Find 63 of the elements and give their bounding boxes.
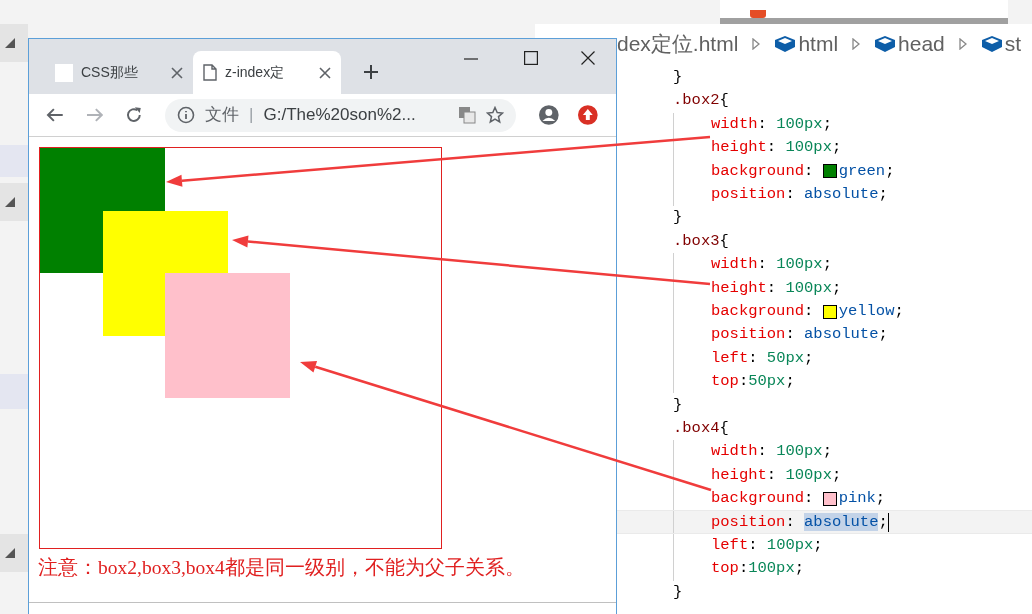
section-header[interactable] (0, 24, 28, 62)
caret-icon (958, 38, 967, 50)
code-line: width: 100px; (711, 113, 832, 135)
code-line: top:100px; (711, 558, 805, 580)
code-line: .box2{ (673, 90, 729, 112)
separator: | (249, 104, 254, 127)
text-cursor (887, 512, 889, 532)
code-line: background: pink; (711, 488, 886, 510)
code-line: width: 100px; (711, 441, 832, 463)
close-icon[interactable] (581, 51, 595, 65)
code-line: left: 50px; (711, 347, 814, 369)
code-line: position: absolute; (711, 511, 888, 533)
scheme-label: 文件 (205, 104, 240, 127)
back-arrow-icon[interactable] (46, 107, 64, 123)
note-text: 注意：box2,box3,box4都是同一级别，不能为父子关系。 (38, 556, 526, 580)
list-highlight (0, 145, 30, 177)
address-bar[interactable]: 文件 | G:/The%20son%2... (165, 98, 516, 132)
code-line: top:50px; (711, 371, 795, 393)
section-header[interactable] (0, 534, 28, 572)
page-icon (203, 64, 217, 81)
code-line: height: 100px; (711, 464, 842, 486)
profile-icon[interactable] (537, 104, 560, 126)
code-line: .box4{ (673, 417, 729, 439)
code-line: } (673, 581, 683, 603)
code-line: width: 100px; (711, 254, 832, 276)
caret-icon (852, 38, 861, 50)
info-icon[interactable] (177, 106, 196, 124)
code-line: } (673, 394, 683, 416)
breadcrumb-item[interactable]: html (798, 28, 839, 60)
cube-icon (980, 35, 1003, 53)
code-line: } (673, 207, 683, 229)
site-favicon (55, 63, 73, 82)
reload-icon[interactable] (125, 106, 144, 124)
close-icon[interactable] (319, 66, 331, 79)
code-line: position: absolute; (711, 324, 888, 346)
collapse-icon[interactable] (4, 196, 16, 208)
code-line: background: yellow; (711, 300, 904, 322)
plus-icon[interactable] (363, 64, 379, 80)
code-line: background: green; (711, 160, 895, 182)
collapse-icon[interactable] (4, 547, 16, 559)
maximize-icon[interactable] (524, 51, 538, 65)
breadcrumb-item[interactable]: dex定位.html (617, 28, 739, 60)
code-line: left: 100px; (711, 534, 823, 556)
html-file-icon (750, 10, 766, 18)
cube-icon (774, 35, 797, 53)
cube-icon (874, 35, 897, 53)
code-line: height: 100px; (711, 277, 842, 299)
collapse-icon[interactable] (4, 37, 16, 49)
breadcrumb-item[interactable]: st (1004, 28, 1022, 60)
star-icon[interactable] (485, 106, 504, 124)
translate-icon[interactable] (457, 106, 476, 124)
editor-tab[interactable] (720, 0, 1008, 24)
code-line: .box3{ (673, 230, 729, 252)
breadcrumb-item[interactable]: head (898, 28, 945, 60)
url-text: G:/The%20son%2... (263, 104, 417, 127)
list-highlight (0, 374, 30, 409)
upload-icon[interactable] (577, 104, 599, 126)
code-line: } (673, 67, 683, 89)
code-line: height: 100px; (711, 137, 842, 159)
browser-tab[interactable]: z-index定 (193, 51, 341, 94)
code-line: position: absolute; (711, 184, 888, 205)
section-header[interactable] (0, 183, 28, 221)
caret-icon (752, 38, 761, 50)
